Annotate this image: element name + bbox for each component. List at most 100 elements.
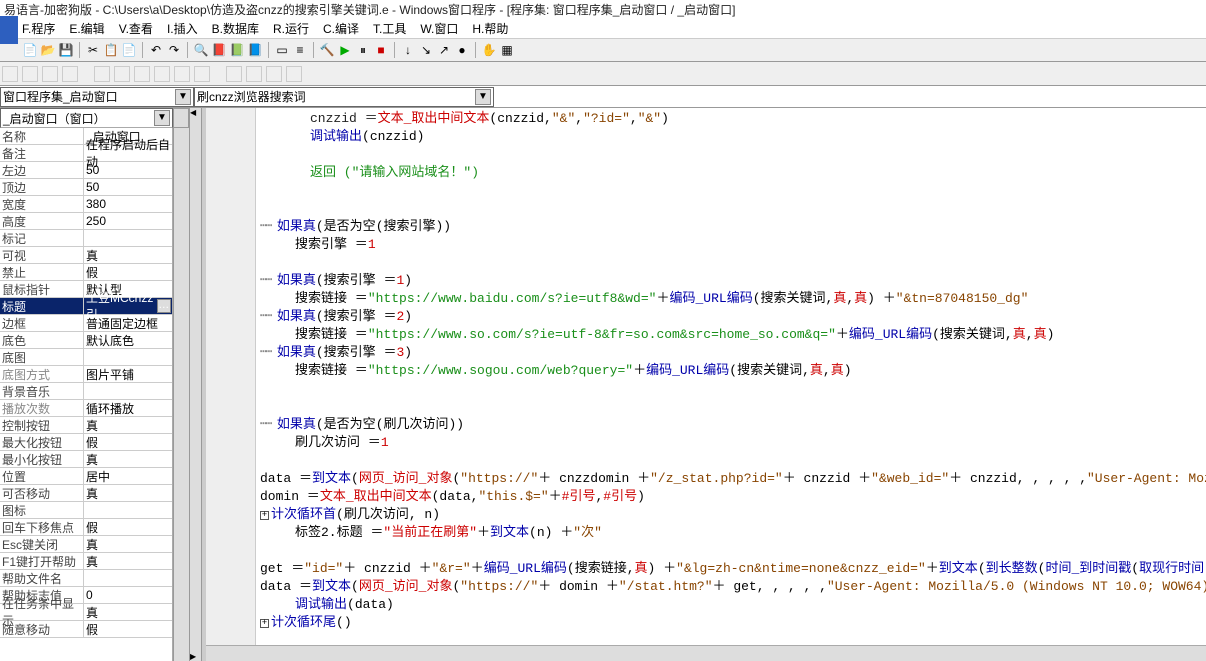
tb-open[interactable]: 📂 xyxy=(40,42,56,58)
tb-stop[interactable]: ■ xyxy=(373,42,389,58)
tb-grid[interactable]: ▦ xyxy=(499,42,515,58)
tb-find[interactable]: 🔍 xyxy=(193,42,209,58)
prop-row-回车下移焦点[interactable]: 回车下移焦点假 xyxy=(0,519,172,536)
prop-value[interactable]: 真 xyxy=(84,451,172,467)
prop-value[interactable]: 循环播放 xyxy=(84,400,172,416)
prop-value[interactable]: 真 xyxy=(84,417,172,433)
code-editor[interactable]: cnzzid ＝ 文本_取出中间文本 (cnzzid, "&", "?id=",… xyxy=(206,108,1206,661)
tb-book2[interactable]: 📗 xyxy=(229,42,245,58)
menu-compile[interactable]: C.编译 xyxy=(323,20,359,37)
menu-window[interactable]: W.窗口 xyxy=(420,20,458,37)
prop-row-播放次数[interactable]: 播放次数循环播放 xyxy=(0,400,172,417)
prop-row-可否移动[interactable]: 可否移动真 xyxy=(0,485,172,502)
prop-row-位置[interactable]: 位置居中 xyxy=(0,468,172,485)
prop-row-标题[interactable]: 标题土豆MCcnzz引… xyxy=(0,298,172,315)
prop-row-F1键打开帮助[interactable]: F1键打开帮助真 xyxy=(0,553,172,570)
tb-align[interactable]: ≡ xyxy=(292,42,308,58)
function-selector[interactable]: 刷cnzz浏览器搜索词▼ xyxy=(194,87,494,107)
scrollbar-horizontal[interactable] xyxy=(206,645,1206,661)
prop-value[interactable]: 土豆MCcnzz引… xyxy=(84,298,172,314)
prop-row-图标[interactable]: 图标 xyxy=(0,502,172,519)
lt-8[interactable] xyxy=(154,66,170,82)
prop-value[interactable]: 假 xyxy=(84,519,172,535)
prop-row-备注[interactable]: 备注在程序启动后自动 xyxy=(0,145,172,162)
toolbox-strip[interactable] xyxy=(190,108,202,661)
prop-row-随意移动[interactable]: 随意移动假 xyxy=(0,621,172,638)
lt-9[interactable] xyxy=(174,66,190,82)
prop-value[interactable] xyxy=(84,502,172,518)
menu-run[interactable]: R.运行 xyxy=(273,20,309,37)
prop-value[interactable]: 真 xyxy=(84,553,172,569)
prop-value[interactable]: 在程序启动后自动 xyxy=(84,145,172,161)
menu-program[interactable]: F.程序 xyxy=(22,20,55,37)
prop-value[interactable] xyxy=(84,230,172,246)
prop-value[interactable]: 图片平铺 xyxy=(84,366,172,382)
prop-value[interactable]: 居中 xyxy=(84,468,172,484)
ellipsis-button[interactable]: … xyxy=(157,299,171,313)
tb-paste[interactable]: 📄 xyxy=(121,42,137,58)
tb-book1[interactable]: 📕 xyxy=(211,42,227,58)
prop-value[interactable]: 默认底色 xyxy=(84,332,172,348)
tb-redo[interactable]: ↷ xyxy=(166,42,182,58)
prop-value[interactable]: 50 xyxy=(84,179,172,195)
tb-form[interactable]: ▭ xyxy=(274,42,290,58)
prop-row-禁止[interactable]: 禁止假 xyxy=(0,264,172,281)
menu-insert[interactable]: I.插入 xyxy=(167,20,198,37)
prop-value[interactable]: 真 xyxy=(84,485,172,501)
prop-value[interactable]: 假 xyxy=(84,264,172,280)
property-grid[interactable]: 名称_启动窗口备注在程序启动后自动左边50顶边50宽度380高度250标记可视真… xyxy=(0,128,173,661)
tb-step2[interactable]: ↘ xyxy=(418,42,434,58)
prop-row-最大化按钮[interactable]: 最大化按钮假 xyxy=(0,434,172,451)
tb-bp[interactable]: ● xyxy=(454,42,470,58)
lt-7[interactable] xyxy=(134,66,150,82)
prop-value[interactable]: 真 xyxy=(84,604,172,620)
menu-help[interactable]: H.帮助 xyxy=(472,20,508,37)
lt-5[interactable] xyxy=(94,66,110,82)
lt-2[interactable] xyxy=(22,66,38,82)
tb-new[interactable]: 📄 xyxy=(22,42,38,58)
prop-value[interactable]: 真 xyxy=(84,536,172,552)
tb-copy[interactable]: 📋 xyxy=(103,42,119,58)
prop-row-控制按钮[interactable]: 控制按钮真 xyxy=(0,417,172,434)
prop-row-Esc键关闭[interactable]: Esc键关闭真 xyxy=(0,536,172,553)
menu-edit[interactable]: E.编辑 xyxy=(69,20,104,37)
tb-hand[interactable]: ✋ xyxy=(481,42,497,58)
prop-row-底色[interactable]: 底色默认底色 xyxy=(0,332,172,349)
menu-view[interactable]: V.查看 xyxy=(119,20,153,37)
lt-12[interactable] xyxy=(246,66,262,82)
prop-row-底图[interactable]: 底图 xyxy=(0,349,172,366)
lt-13[interactable] xyxy=(266,66,282,82)
prop-value[interactable] xyxy=(84,349,172,365)
prop-row-可视[interactable]: 可视真 xyxy=(0,247,172,264)
lt-3[interactable] xyxy=(42,66,58,82)
prop-row-最小化按钮[interactable]: 最小化按钮真 xyxy=(0,451,172,468)
prop-value[interactable]: 50 xyxy=(84,162,172,178)
prop-row-高度[interactable]: 高度250 xyxy=(0,213,172,230)
module-selector[interactable]: 窗口程序集_启动窗口▼ xyxy=(0,87,194,107)
tb-step3[interactable]: ↗ xyxy=(436,42,452,58)
menu-tools[interactable]: T.工具 xyxy=(373,20,406,37)
tb-pause[interactable]: ⏸ xyxy=(355,42,371,58)
tb-step1[interactable]: ↓ xyxy=(400,42,416,58)
tb-cut[interactable]: ✂ xyxy=(85,42,101,58)
prop-value[interactable]: 假 xyxy=(84,621,172,637)
prop-row-左边[interactable]: 左边50 xyxy=(0,162,172,179)
scrollbar-vertical[interactable] xyxy=(173,128,189,661)
prop-value[interactable]: 0 xyxy=(84,587,172,603)
tb-build[interactable]: 🔨 xyxy=(319,42,335,58)
lt-4[interactable] xyxy=(62,66,78,82)
prop-row-顶边[interactable]: 顶边50 xyxy=(0,179,172,196)
prop-value[interactable]: 380 xyxy=(84,196,172,212)
prop-value[interactable] xyxy=(84,570,172,586)
lt-14[interactable] xyxy=(286,66,302,82)
tb-run[interactable]: ▶ xyxy=(337,42,353,58)
prop-value[interactable] xyxy=(84,383,172,399)
lt-10[interactable] xyxy=(194,66,210,82)
prop-value[interactable]: 假 xyxy=(84,434,172,450)
prop-row-标记[interactable]: 标记 xyxy=(0,230,172,247)
prop-value[interactable]: 250 xyxy=(84,213,172,229)
tb-save[interactable]: 💾 xyxy=(58,42,74,58)
prop-row-边框[interactable]: 边框普通固定边框 xyxy=(0,315,172,332)
prop-row-底图方式[interactable]: 底图方式图片平铺 xyxy=(0,366,172,383)
prop-row-在任务条中显示[interactable]: 在任务条中显示真 xyxy=(0,604,172,621)
